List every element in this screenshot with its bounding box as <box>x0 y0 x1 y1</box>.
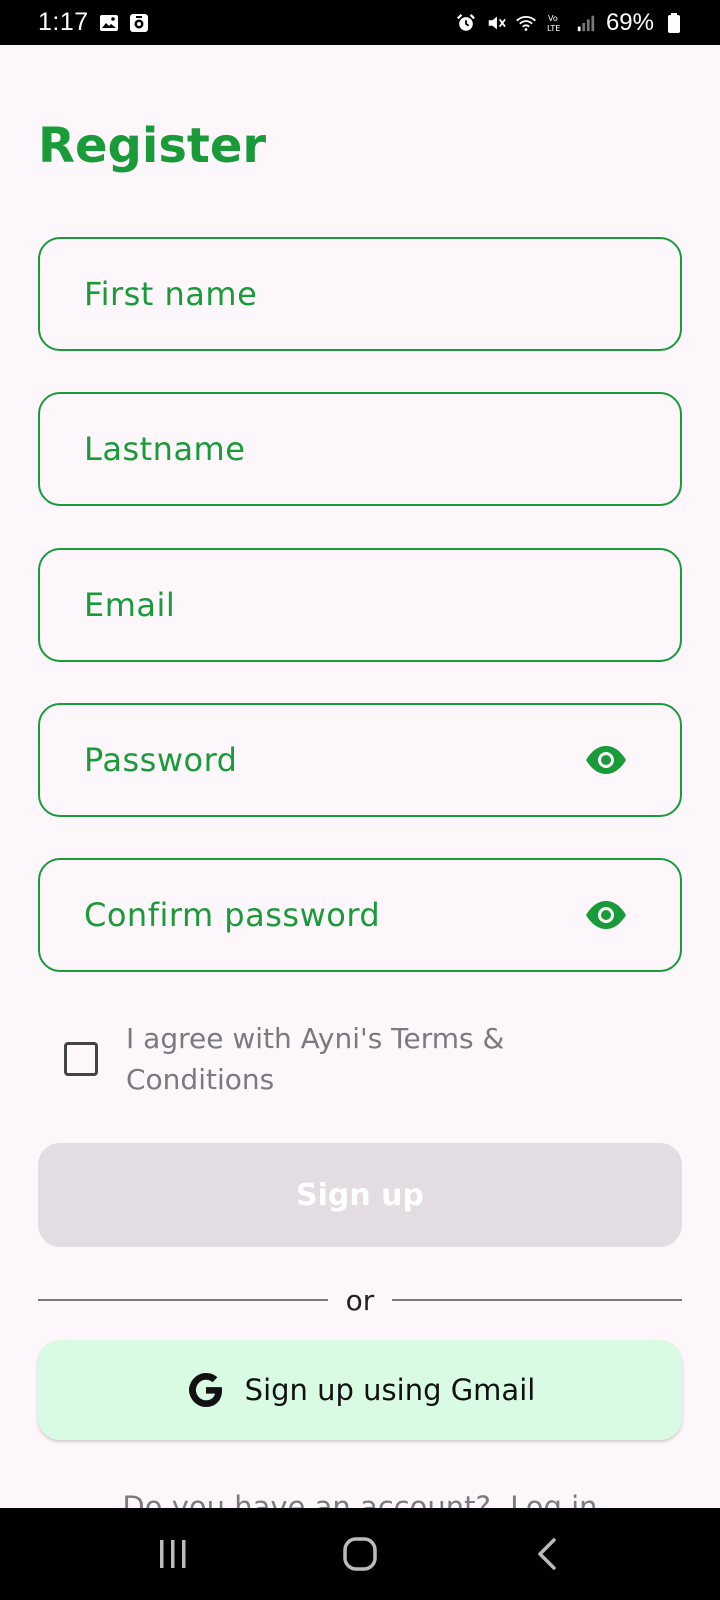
status-bar-left: 1:17 <box>38 8 149 37</box>
alarm-icon <box>456 13 476 33</box>
gmail-signup-button[interactable]: Sign up using Gmail <box>38 1340 682 1440</box>
last-name-placeholder: Lastname <box>84 430 246 468</box>
password-placeholder: Password <box>84 741 238 779</box>
terms-checkbox[interactable] <box>64 1042 98 1076</box>
image-icon <box>99 13 119 33</box>
first-name-field[interactable]: First name <box>38 237 682 351</box>
last-name-field[interactable]: Lastname <box>38 392 682 506</box>
battery-icon <box>664 12 684 33</box>
battery-percent: 69% <box>605 8 654 36</box>
home-icon[interactable] <box>330 1524 390 1584</box>
terms-row: I agree with Ayni's Terms & Conditions <box>64 1018 664 1100</box>
divider-line-right <box>392 1299 682 1301</box>
terms-label: I agree with Ayni's Terms & Conditions <box>126 1022 505 1096</box>
gmail-signup-label: Sign up using Gmail <box>244 1373 536 1407</box>
media-icon <box>129 13 149 33</box>
back-icon[interactable] <box>517 1524 577 1584</box>
google-icon <box>185 1369 227 1411</box>
password-field[interactable]: Password <box>38 703 682 817</box>
or-divider: or <box>38 1280 682 1320</box>
navigation-bar <box>0 1508 720 1600</box>
page-title: Register <box>38 118 267 174</box>
wifi-icon <box>516 13 536 33</box>
svg-text:Vo: Vo <box>548 14 558 23</box>
signal-icon <box>576 13 596 33</box>
status-time: 1:17 <box>38 8 89 36</box>
email-field[interactable]: Email <box>38 548 682 662</box>
first-name-placeholder: First name <box>84 275 258 313</box>
email-placeholder: Email <box>84 586 176 624</box>
register-screen: 1:17 Vo LTE 69% Register First name Last… <box>0 0 720 1600</box>
confirm-password-field[interactable]: Confirm password <box>38 858 682 972</box>
divider-line-left <box>38 1299 328 1301</box>
eye-icon[interactable] <box>584 745 628 775</box>
divider-text: or <box>345 1283 375 1317</box>
eye-icon[interactable] <box>584 900 628 930</box>
mute-icon <box>486 13 506 33</box>
confirm-password-placeholder: Confirm password <box>84 896 381 934</box>
status-bar-right: Vo LTE 69% <box>456 9 684 37</box>
status-bar: 1:17 Vo LTE 69% <box>0 0 720 45</box>
signup-button[interactable]: Sign up <box>38 1143 682 1247</box>
svg-text:LTE: LTE <box>547 24 560 33</box>
recents-icon[interactable] <box>143 1524 203 1584</box>
volte-icon: Vo LTE <box>546 13 566 33</box>
